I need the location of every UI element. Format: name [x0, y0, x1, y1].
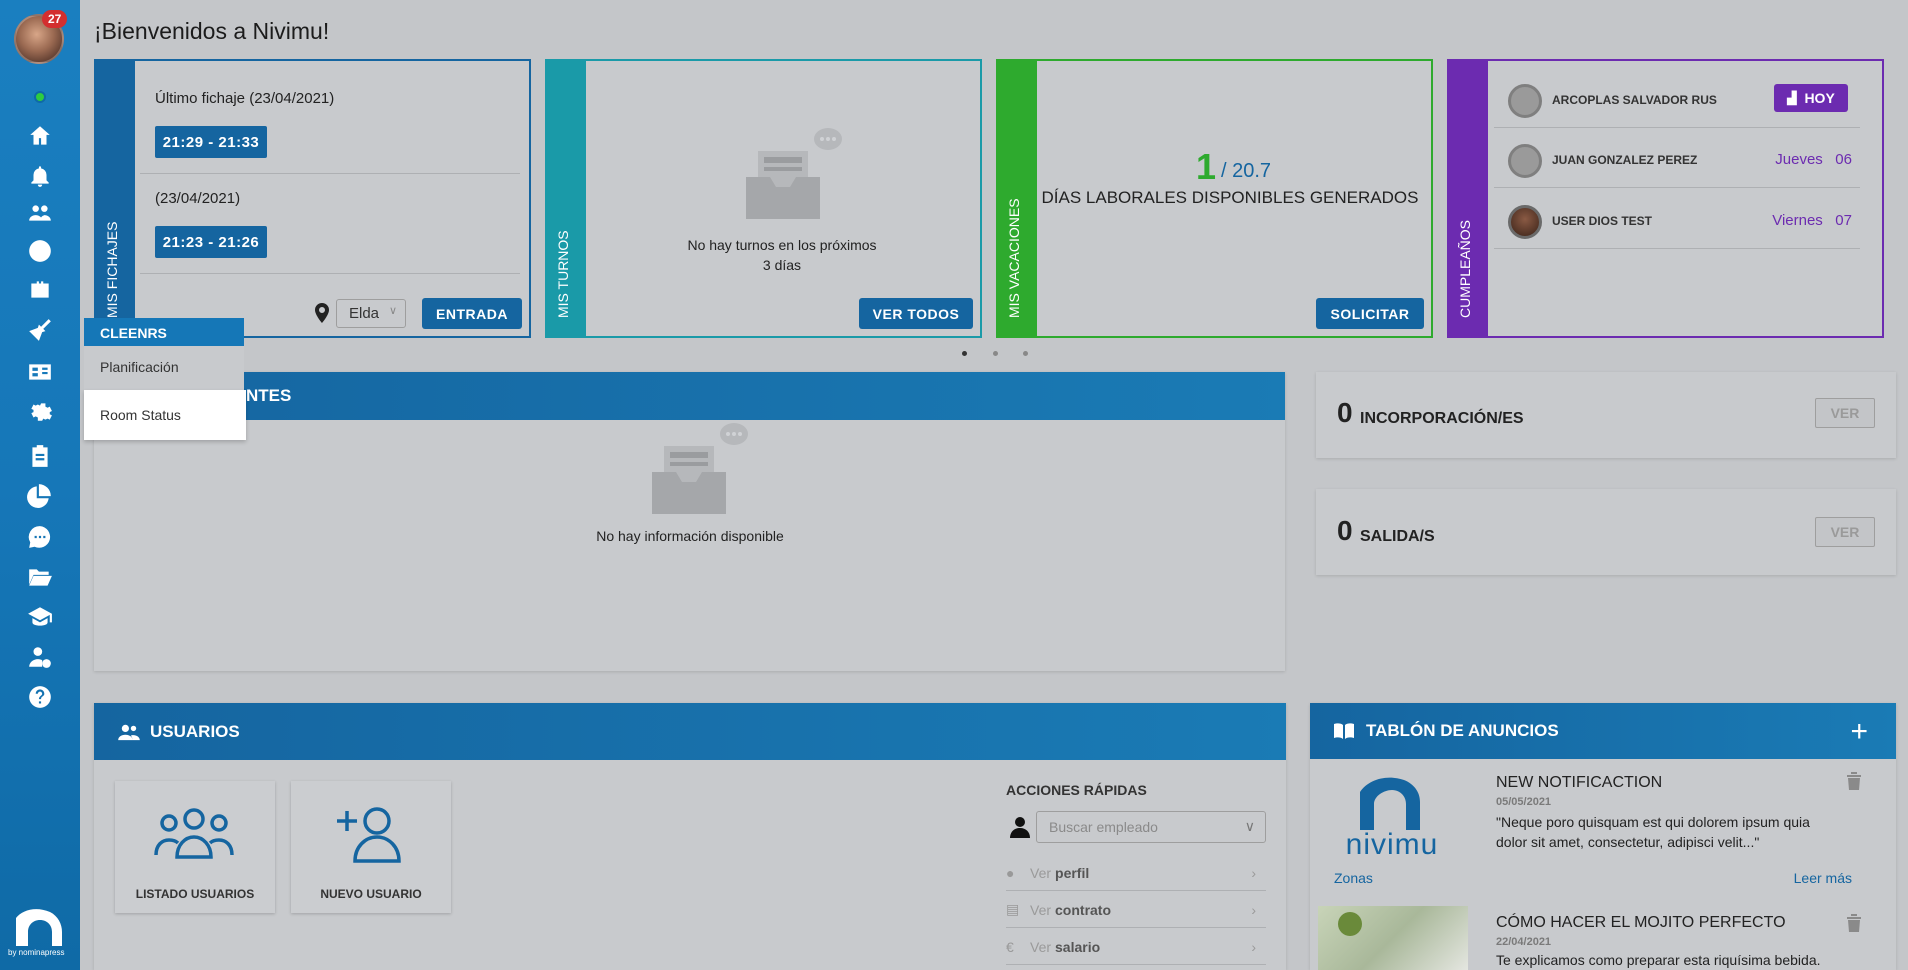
- clipboard-icon[interactable]: [24, 440, 56, 472]
- turnos-empty-text: No hay turnos en los próximos 3 días: [687, 237, 877, 273]
- solicitar-button[interactable]: SOLICITAR: [1316, 298, 1424, 329]
- birthday-row: USER DIOS TEST Viernes 07: [1494, 189, 1860, 249]
- prev-clockin-title: (23/04/2021): [155, 190, 241, 207]
- read-more-link[interactable]: Leer más: [1794, 870, 1852, 886]
- brand-by-text: by nominapress: [8, 948, 65, 957]
- chevron-down-icon: ∨: [388, 305, 397, 317]
- cleenrs-flyout-menu: CLEENRS Planificación Room Status: [84, 318, 246, 442]
- users-icon: [118, 724, 140, 740]
- avatar: [1508, 205, 1542, 239]
- users-icon[interactable]: [24, 197, 56, 229]
- page-title: ¡Bienvenidos a Nivimu!: [94, 18, 330, 44]
- vacaciones-label: MIS VACACIONES: [1006, 198, 1022, 318]
- announcement-tag[interactable]: Zonas: [1334, 870, 1373, 886]
- fichajes-label: MIS FICHAJES: [104, 221, 120, 318]
- home-icon[interactable]: [24, 120, 56, 152]
- tablon-title: TABLÓN DE ANUNCIOS: [1366, 721, 1559, 740]
- prev-clockin-time: 21:23 - 21:26: [155, 226, 267, 258]
- chevron-down-icon: ∨: [1244, 818, 1255, 834]
- gear-icon[interactable]: [24, 395, 56, 427]
- folder-open-icon[interactable]: [24, 561, 56, 593]
- online-status-dot: [34, 91, 46, 103]
- salidas-count: 0: [1337, 515, 1353, 546]
- help-icon[interactable]: [24, 681, 56, 713]
- location-pin-icon: [315, 303, 329, 323]
- euro-icon: €: [1006, 938, 1014, 955]
- announcement-text: "Neque poro quisquam est qui dolorem ips…: [1496, 814, 1810, 850]
- incorporaciones-ver-button[interactable]: VER: [1815, 398, 1875, 428]
- vacaciones-total: / 20.7: [1221, 160, 1272, 182]
- notification-badge: 27: [42, 10, 68, 28]
- broom-icon[interactable]: [24, 314, 56, 346]
- last-clockin-title: Último fichaje (23/04/2021): [155, 90, 335, 107]
- ver-todos-button[interactable]: VER TODOS: [859, 298, 973, 329]
- ver-perfil-action[interactable]: ● Ver perfil ›: [1006, 855, 1266, 891]
- add-user-icon: [337, 807, 401, 863]
- pie-chart-icon[interactable]: [24, 479, 56, 511]
- cake-icon: ▟: [1787, 91, 1797, 105]
- empty-inbox-icon: [652, 423, 748, 514]
- menu-header: CLEENRS: [84, 318, 244, 346]
- document-icon: ▤: [1006, 901, 1020, 917]
- announcement-title: CÓMO HACER EL MOJITO PERFECTO: [1496, 914, 1786, 931]
- user-payroll-icon[interactable]: [24, 641, 56, 673]
- bell-icon[interactable]: [24, 160, 56, 192]
- entrada-button[interactable]: ENTRADA: [422, 298, 522, 329]
- chevron-right-icon: ›: [1251, 938, 1256, 955]
- listado-usuarios-card[interactable]: LISTADO USUARIOS: [115, 781, 275, 913]
- nivimu-logo-icon: [16, 909, 62, 946]
- quick-actions-title: ACCIONES RÁPIDAS: [1006, 782, 1147, 798]
- birthday-row: JUAN GONZALEZ PEREZ Jueves 06: [1494, 128, 1860, 188]
- avatar: [1508, 144, 1542, 178]
- nuevo-usuario-card[interactable]: NUEVO USUARIO: [291, 781, 451, 913]
- incorporaciones-label: INCORPORACIÓN/ES: [1360, 410, 1524, 427]
- pending-empty-text: No hay información disponible: [596, 528, 784, 544]
- empty-inbox-icon: [746, 128, 842, 219]
- turnos-label: MIS TURNOS: [555, 230, 571, 318]
- usuarios-title: USUARIOS: [150, 721, 240, 741]
- announcement-title: NEW NOTIFICACTION: [1496, 774, 1663, 791]
- user-icon: ●: [1006, 864, 1015, 881]
- nivimu-logo-text: nivimu: [1345, 828, 1439, 861]
- birthday-today-badge: ▟ HOY: [1774, 84, 1848, 112]
- pending-panel-title: NTES: [246, 386, 292, 405]
- announcement-date: 22/04/2021: [1496, 936, 1552, 948]
- pending-panel: NTES: [94, 372, 1285, 671]
- users-group-icon: [154, 808, 234, 859]
- announcement-date: 05/05/2021: [1496, 796, 1552, 808]
- chevron-right-icon: ›: [1251, 864, 1256, 881]
- announcement-item[interactable]: nivimu NEW NOTIFICACTION 05/05/2021 "Neq…: [1316, 762, 1876, 890]
- trash-icon[interactable]: [1846, 914, 1862, 932]
- salidas-ver-button[interactable]: VER: [1815, 517, 1875, 547]
- trash-icon[interactable]: [1846, 772, 1862, 790]
- chevron-right-icon: ›: [1251, 901, 1256, 918]
- vacaciones-available: 1: [1196, 146, 1217, 187]
- id-card-icon[interactable]: [24, 356, 56, 388]
- graduation-cap-icon[interactable]: [24, 601, 56, 633]
- add-icon[interactable]: +: [1850, 715, 1868, 749]
- employee-search-select[interactable]: Buscar empleado ∨: [1036, 811, 1266, 843]
- ver-contrato-action[interactable]: ▤ Ver contrato ›: [1006, 892, 1266, 928]
- ver-salario-action[interactable]: € Ver salario ›: [1006, 929, 1266, 965]
- announcement-item[interactable]: CÓMO HACER EL MOJITO PERFECTO 22/04/2021…: [1316, 904, 1876, 970]
- location-select[interactable]: Elda ∨: [336, 299, 406, 328]
- birthday-row: ARCOPLAS SALVADOR RUS ▟ HOY: [1494, 68, 1860, 128]
- vacaciones-description: DÍAS LABORALES DISPONIBLES GENERADOS: [1041, 188, 1419, 207]
- last-clockin-time: 21:29 - 21:33: [155, 126, 267, 158]
- lime-slice-icon: [1338, 912, 1362, 936]
- clock-icon[interactable]: [24, 235, 56, 267]
- briefcase-icon[interactable]: [24, 274, 56, 306]
- announcement-text: Te explicamos como preparar esta riquísi…: [1496, 952, 1821, 968]
- menu-item-planificacion[interactable]: Planificación: [84, 346, 244, 390]
- user-icon: [1010, 817, 1030, 838]
- salidas-label: SALIDA/S: [1360, 528, 1435, 545]
- incorporaciones-count: 0: [1337, 397, 1353, 428]
- avatar: [1508, 84, 1542, 118]
- book-open-icon: [1334, 723, 1354, 739]
- chat-icon[interactable]: [24, 521, 56, 553]
- menu-item-room-status[interactable]: Room Status: [84, 390, 246, 440]
- cumpleanos-label: CUMPLEAÑOS: [1457, 219, 1473, 318]
